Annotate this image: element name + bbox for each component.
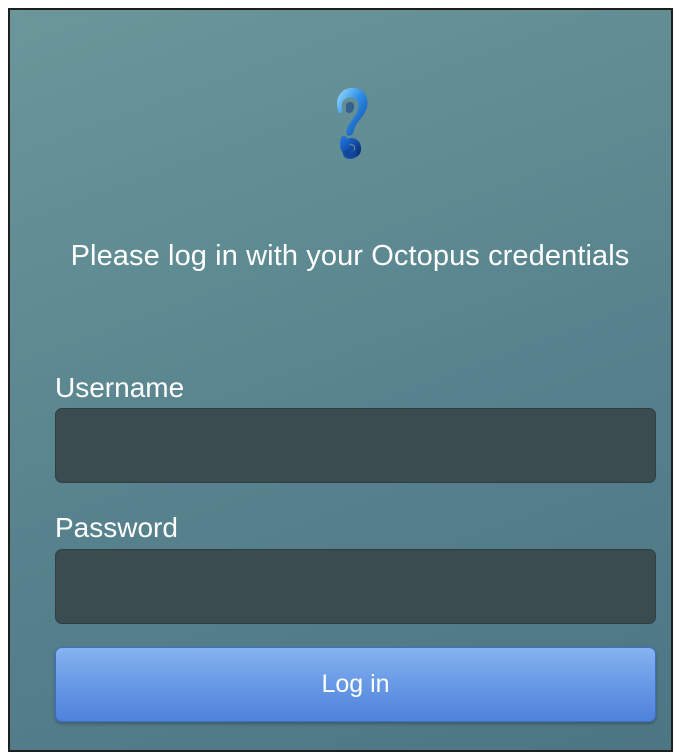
username-input[interactable] bbox=[55, 408, 656, 483]
login-heading: Please log in with your Octopus credenti… bbox=[70, 240, 630, 272]
octopus-logo-icon bbox=[336, 87, 368, 159]
username-label: Username bbox=[55, 372, 185, 403]
password-input[interactable] bbox=[55, 549, 656, 624]
login-panel: Please log in with your Octopus credenti… bbox=[8, 8, 673, 752]
login-button[interactable]: Log in bbox=[55, 647, 656, 722]
password-label: Password bbox=[55, 512, 178, 543]
